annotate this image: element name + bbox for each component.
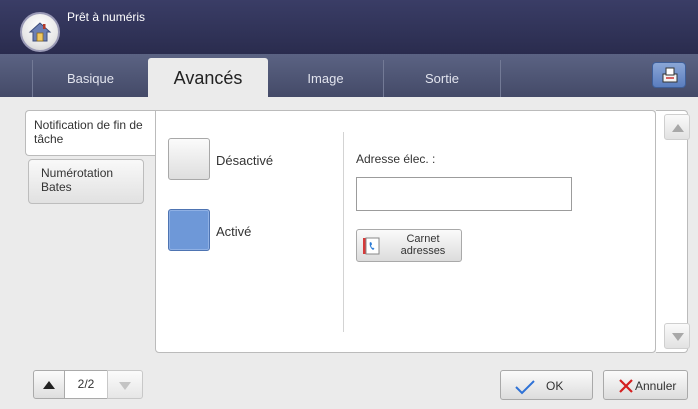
job-status-icon — [662, 67, 678, 83]
subtab-job-notification[interactable]: Notification de fin de tâche — [25, 110, 157, 156]
email-field[interactable] — [356, 177, 572, 211]
address-book-label: Carnet adresses — [400, 233, 446, 257]
home-button[interactable] — [20, 12, 60, 52]
scroll-down-button[interactable] — [664, 323, 690, 349]
cancel-label: Annuler — [635, 379, 677, 393]
scroll-up-button[interactable] — [664, 114, 690, 140]
tab-basique[interactable]: Basique — [32, 60, 148, 97]
status-text: Prêt à numéris — [67, 10, 146, 24]
scrollbar[interactable] — [656, 110, 688, 353]
option-disabled-label: Désactivé — [216, 153, 274, 168]
tab-separator — [500, 60, 501, 97]
arrow-up-icon — [43, 381, 55, 389]
page-up-button[interactable] — [33, 370, 65, 399]
arrow-up-icon — [672, 124, 684, 132]
arrow-down-icon — [119, 382, 131, 390]
home-icon — [28, 22, 52, 42]
email-label: Adresse élec. : — [356, 152, 436, 166]
cancel-button[interactable]: Annuler — [603, 370, 688, 400]
title-bar: Prêt à numéris — [0, 0, 698, 54]
job-status-button[interactable] — [652, 62, 686, 88]
ok-button[interactable]: OK — [500, 370, 593, 400]
tab-bar: Basique Avancés Image Sortie — [0, 54, 698, 97]
tab-image[interactable]: Image — [268, 60, 383, 97]
page-down-button[interactable] — [107, 370, 143, 399]
address-book-button[interactable]: Carnet adresses — [356, 229, 462, 262]
option-enabled-button[interactable] — [168, 209, 210, 251]
address-book-icon — [363, 237, 380, 255]
tab-avances[interactable]: Avancés — [148, 58, 268, 97]
subtab-bates-numbering[interactable]: Numérotation Bates — [28, 159, 144, 204]
ok-label: OK — [546, 379, 564, 393]
close-icon — [619, 379, 633, 393]
page-indicator: 2/2 — [65, 370, 107, 399]
arrow-down-icon — [672, 333, 684, 341]
tab-sortie[interactable]: Sortie — [383, 60, 500, 97]
option-disabled-button[interactable] — [168, 138, 210, 180]
checkmark-icon — [515, 380, 535, 395]
option-enabled-label: Activé — [216, 224, 252, 239]
divider — [343, 132, 344, 332]
